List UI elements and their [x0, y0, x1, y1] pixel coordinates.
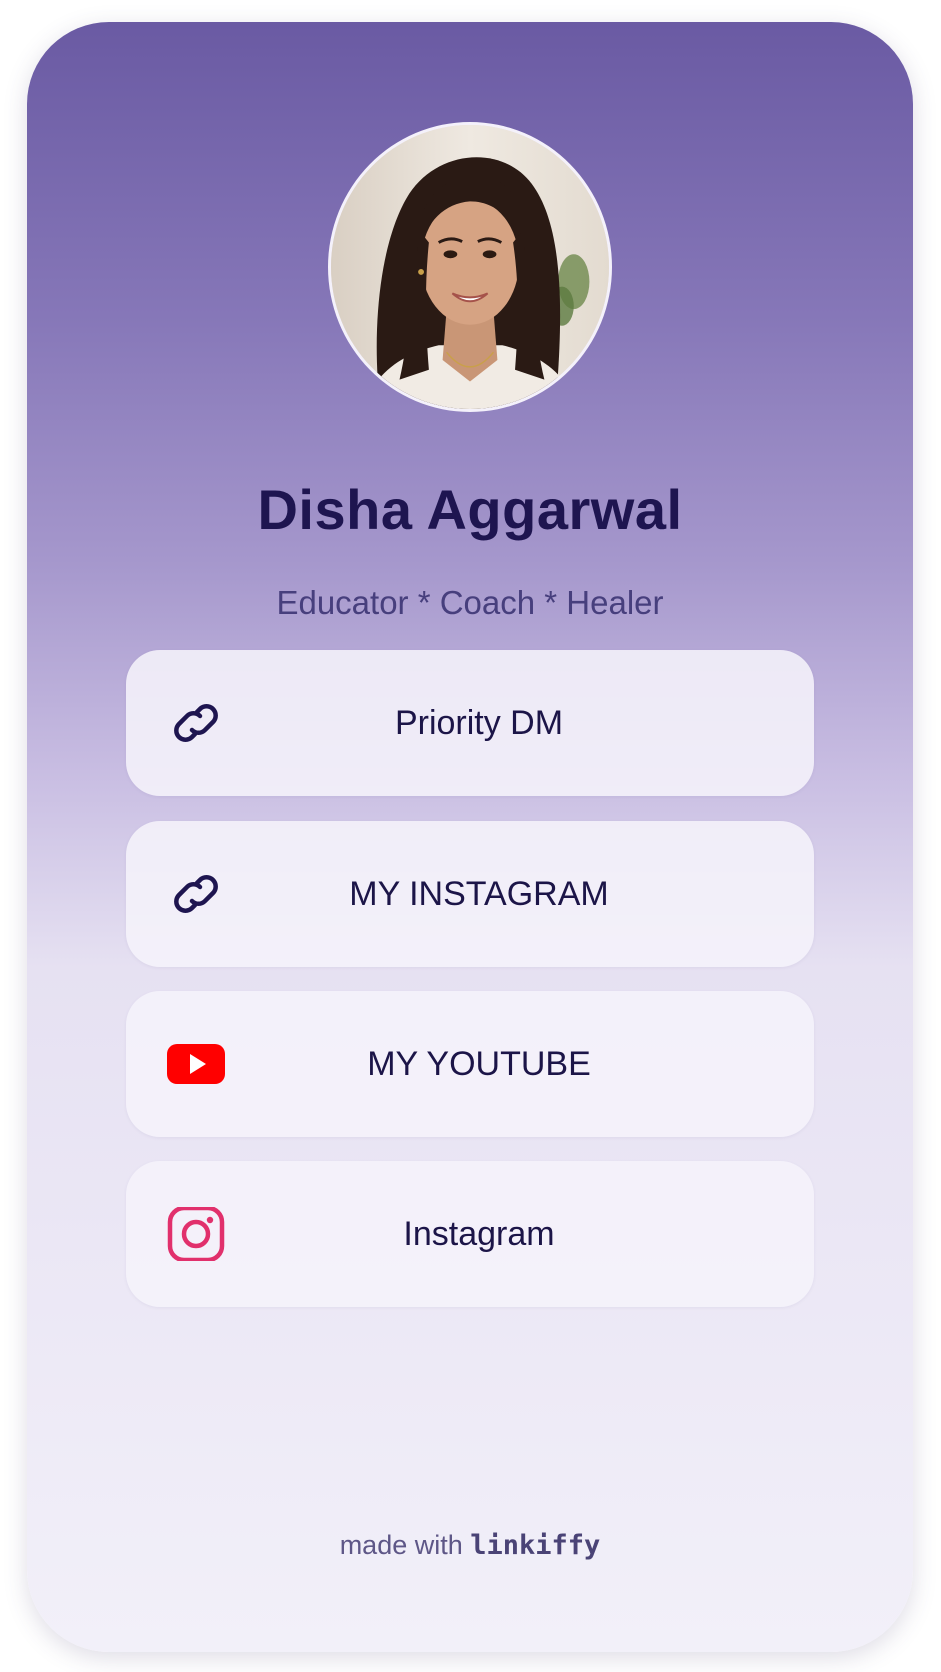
- link-button-my-instagram[interactable]: MY INSTAGRAM: [126, 821, 814, 967]
- link-label: MY YOUTUBE: [367, 1045, 591, 1083]
- profile-card: Disha Aggarwal Educator * Coach * Healer…: [27, 22, 913, 1652]
- profile-name: Disha Aggarwal: [257, 478, 683, 541]
- link-label: Priority DM: [394, 704, 564, 742]
- footer-credit[interactable]: made with linkiffy: [27, 1530, 913, 1561]
- profile-tagline: Educator * Coach * Healer: [276, 584, 664, 621]
- link-label: MY INSTAGRAM: [349, 875, 609, 913]
- footer-prefix: made with: [339, 1530, 463, 1560]
- link-button-my-youtube[interactable]: MY YOUTUBE: [126, 991, 814, 1137]
- avatar: [328, 122, 612, 412]
- link-label: Instagram: [403, 1215, 555, 1253]
- profile-photo: [331, 125, 609, 409]
- link-button-instagram[interactable]: Instagram: [126, 1161, 814, 1307]
- link-button-priority-dm[interactable]: Priority DM: [126, 650, 814, 796]
- footer-brand[interactable]: linkiffy: [470, 1530, 600, 1561]
